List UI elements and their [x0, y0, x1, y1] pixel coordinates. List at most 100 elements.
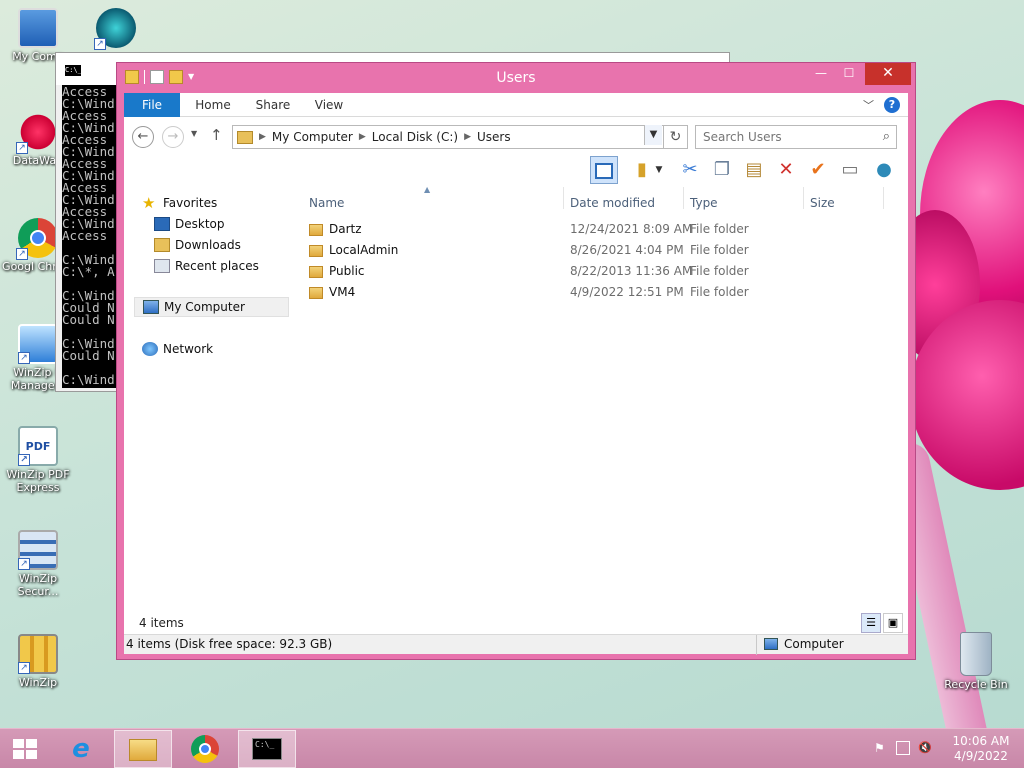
delete-icon[interactable]: ✕	[772, 156, 800, 184]
column-header-date[interactable]: Date modified	[570, 191, 682, 215]
clock-date: 4/9/2022	[954, 749, 1008, 763]
folder-icon	[309, 265, 323, 278]
nav-desktop[interactable]: Desktop	[154, 214, 225, 234]
file-type: File folder	[690, 285, 749, 299]
preview-pane-button[interactable]	[590, 156, 618, 184]
refresh-button[interactable]: ↻	[664, 125, 688, 149]
tab-view[interactable]: View	[302, 93, 356, 117]
table-row[interactable]: VM4 4/9/2022 12:51 PM File folder	[299, 282, 899, 303]
column-header-type[interactable]: Type	[690, 191, 800, 215]
column-separator	[683, 187, 684, 209]
rename-icon[interactable]: ▭	[836, 156, 864, 184]
column-header-size[interactable]: Size	[810, 191, 880, 215]
expand-ribbon-icon[interactable]: ﹀	[863, 97, 874, 113]
recent-locations-icon[interactable]: ▼	[191, 129, 197, 138]
windows-logo-icon	[13, 739, 37, 759]
maximize-button[interactable]: ☐	[835, 63, 863, 85]
breadcrumb-users[interactable]: Users	[477, 130, 511, 144]
pdf-icon: PDF ↗	[18, 426, 58, 466]
explorer-window[interactable]: ▼ Users — ☐ ✕ File Home Share View ﹀ ? ←…	[116, 62, 916, 660]
taskbar-file-explorer[interactable]	[114, 730, 172, 768]
item-count: 4 items	[139, 616, 184, 630]
table-row[interactable]: Dartz 12/24/2021 8:09 AM File folder	[299, 219, 899, 240]
status-bar: 4 items (Disk free space: 92.3 GB) Compu…	[124, 634, 908, 655]
desktop-icon-recycle-bin[interactable]: Recycle Bin	[938, 632, 1014, 691]
minimize-button[interactable]: —	[807, 63, 835, 85]
taskbar-internet-explorer[interactable]: e	[52, 730, 110, 768]
breadcrumb-local-disk[interactable]: Local Disk (C:)	[372, 130, 458, 144]
table-row[interactable]: LocalAdmin 8/26/2021 4:04 PM File folder	[299, 240, 899, 261]
tab-home[interactable]: Home	[186, 93, 240, 117]
nav-downloads[interactable]: Downloads	[154, 235, 241, 255]
globe-icon[interactable]: ●	[870, 156, 898, 184]
nav-network[interactable]: Network	[142, 339, 213, 359]
window-title: Users	[496, 70, 536, 86]
address-dropdown-icon[interactable]: ▼	[644, 125, 662, 145]
internet-explorer-icon: e	[72, 734, 90, 764]
computer-icon	[143, 300, 159, 314]
status-detail: 4 items (Disk free space: 92.3 GB)	[126, 637, 333, 651]
file-type: File folder	[690, 222, 749, 236]
folder-options-dropdown-icon[interactable]: ▼	[652, 156, 666, 184]
taskbar: e C:\_ ⚑ 🔇 10:06 AM 4/9/2022	[0, 728, 1024, 768]
cut-icon[interactable]: ✂	[676, 156, 704, 184]
ribbon-right-controls: ﹀ ?	[863, 97, 900, 113]
ribbon-tabs: File Home Share View ﹀ ?	[124, 93, 908, 117]
file-type: File folder	[690, 264, 749, 278]
desktop-icon-label: WinZip PDF Express	[6, 468, 70, 494]
taskbar-command-prompt[interactable]: C:\_	[238, 730, 296, 768]
start-button[interactable]	[0, 730, 50, 768]
paste-icon[interactable]: ▤	[740, 156, 768, 184]
secure-backup-icon: ↗	[18, 530, 58, 570]
back-button[interactable]: ←	[132, 126, 154, 148]
desktop-icon-winzip-secure[interactable]: ↗ WinZip Secur...	[0, 530, 76, 598]
clock[interactable]: 10:06 AM 4/9/2022	[945, 734, 1017, 764]
recycle-bin-icon	[960, 632, 992, 676]
volume-muted-icon[interactable]: 🔇	[918, 741, 934, 755]
column-separator	[803, 187, 804, 209]
nav-label: Favorites	[163, 196, 218, 210]
large-icons-view-button[interactable]: ▣	[883, 613, 903, 633]
explorer-client: File Home Share View ﹀ ? ← → ▼ ↑ ▶ My Co…	[124, 93, 908, 655]
chrome-icon	[191, 735, 219, 763]
column-header-name[interactable]: Name	[309, 191, 559, 215]
search-box[interactable]: ⌕	[695, 125, 897, 149]
copy-icon[interactable]: ❐	[708, 156, 736, 184]
explorer-titlebar[interactable]: ▼ Users — ☐ ✕	[117, 63, 915, 93]
datawag-icon: ↗	[16, 112, 58, 154]
nav-label: Network	[163, 342, 214, 356]
desktop-icon-winzip[interactable]: ↗ WinZip	[0, 634, 76, 689]
chrome-icon: ↗	[16, 218, 58, 260]
nav-favorites[interactable]: ★ Favorites	[142, 193, 217, 213]
help-icon[interactable]: ?	[884, 97, 900, 113]
clock-time: 10:06 AM	[952, 734, 1010, 748]
desktop-icon-app[interactable]: ↗	[78, 8, 154, 50]
network-status-icon[interactable]	[896, 741, 910, 755]
close-button[interactable]: ✕	[865, 63, 911, 85]
breadcrumb-my-computer[interactable]: My Computer	[272, 130, 353, 144]
file-date: 4/9/2022 12:51 PM	[570, 285, 684, 299]
nav-label: Downloads	[175, 238, 241, 252]
table-row[interactable]: Public 8/22/2013 11:36 AM File folder	[299, 261, 899, 282]
file-name: LocalAdmin	[329, 243, 399, 257]
checkmark-icon[interactable]: ✔	[804, 156, 832, 184]
desktop-icon-winzip-pdf[interactable]: PDF ↗ WinZip PDF Express	[0, 426, 76, 494]
nav-recent-places[interactable]: Recent places	[154, 256, 259, 276]
nav-my-computer[interactable]: My Computer	[134, 297, 289, 317]
file-type: File folder	[690, 243, 749, 257]
chevron-right-icon: ▶	[464, 132, 471, 142]
forward-button[interactable]: →	[162, 126, 184, 148]
tab-file[interactable]: File	[124, 93, 180, 117]
tab-share[interactable]: Share	[246, 93, 300, 117]
folder-icon	[309, 223, 323, 236]
address-bar[interactable]: ▶ My Computer ▶ Local Disk (C:) ▶ Users	[232, 125, 664, 149]
navigation-pane: ★ Favorites Desktop Downloads Recent pla…	[124, 185, 294, 605]
status-divider	[756, 635, 757, 655]
search-input[interactable]	[696, 126, 866, 148]
downloads-icon	[154, 238, 170, 252]
up-button[interactable]: ↑	[210, 126, 223, 144]
taskbar-chrome[interactable]	[176, 730, 234, 768]
action-center-flag-icon[interactable]: ⚑	[874, 741, 888, 755]
system-tray: ⚑ 🔇	[874, 741, 934, 755]
details-view-button[interactable]: ☰	[861, 613, 881, 633]
